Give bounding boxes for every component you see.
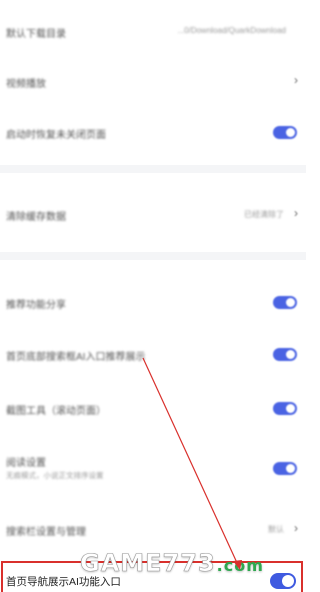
setting-label: 清除缓存数据 <box>6 212 66 223</box>
setting-label: 阅读设置 <box>6 458 46 469</box>
setting-label: 启动时恢复未关闭页面 <box>6 130 106 141</box>
toggle-knob <box>286 464 295 473</box>
toggle-switch[interactable] <box>273 126 297 139</box>
settings-page: 默认下载目录 ...0/Download/QuarkDownload 视频播放 … <box>0 0 306 592</box>
toggle-switch[interactable] <box>273 348 297 361</box>
toggle-knob <box>286 128 295 137</box>
setting-sublabel: 无痕模式，小说正文排序设置 <box>6 471 104 480</box>
chevron-right-icon: › <box>294 206 298 220</box>
section-divider <box>0 252 306 260</box>
setting-label: 默认下载目录 <box>6 29 66 40</box>
setting-row-screenshot[interactable]: 截图工具（滚动页面） <box>0 394 306 422</box>
watermark-main-text: GAME773 <box>80 549 216 578</box>
setting-row-searchbar[interactable]: 搜索栏设置与管理 默认 › <box>0 516 306 542</box>
setting-row-restore[interactable]: 启动时恢复未关闭页面 <box>0 118 306 146</box>
setting-row-share[interactable]: 推荐功能分享 <box>0 288 306 316</box>
setting-row-reading[interactable]: 阅读设置 无痕模式，小说正文排序设置 <box>0 448 306 488</box>
setting-row-video[interactable]: 视频播放 › <box>0 68 306 94</box>
setting-row-ai-search[interactable]: 首页底部搜索框AI入口推荐展示 <box>0 340 306 368</box>
ai-entry-toggle-switch[interactable] <box>270 573 296 589</box>
section-divider <box>0 165 306 173</box>
setting-value: 默认 <box>268 525 284 534</box>
toggle-knob <box>286 350 295 359</box>
chevron-right-icon: › <box>294 521 298 535</box>
setting-label: 截图工具（滚动页面） <box>6 406 106 417</box>
chevron-right-icon: › <box>294 73 298 87</box>
setting-row-download-dir[interactable]: 默认下载目录 ...0/Download/QuarkDownload <box>0 18 306 44</box>
setting-value: 已经清除了 <box>244 210 284 219</box>
setting-value: ...0/Download/QuarkDownload <box>177 26 286 35</box>
setting-label: 视频播放 <box>6 79 46 90</box>
toggle-knob <box>286 298 295 307</box>
toggle-switch[interactable] <box>273 462 297 475</box>
setting-row-cache[interactable]: 清除缓存数据 已经清除了 › <box>0 200 306 228</box>
watermark-tld-text: .com <box>216 556 264 575</box>
site-watermark-logo: GAME773 .com <box>80 549 264 578</box>
toggle-switch[interactable] <box>273 296 297 309</box>
setting-label: 搜索栏设置与管理 <box>6 527 86 538</box>
setting-label: 推荐功能分享 <box>6 300 66 311</box>
toggle-knob <box>282 575 294 587</box>
toggle-knob <box>286 404 295 413</box>
toggle-switch[interactable] <box>273 402 297 415</box>
setting-label: 首页底部搜索框AI入口推荐展示 <box>6 352 146 363</box>
